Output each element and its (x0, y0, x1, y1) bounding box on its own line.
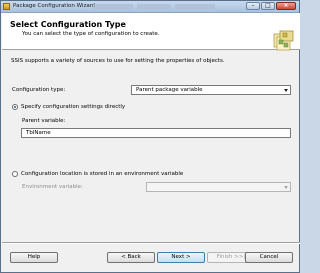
environment-variable-radio[interactable] (12, 171, 18, 177)
help-button[interactable]: Help (10, 252, 58, 263)
configuration-type-select[interactable]: Parent package variable (131, 85, 291, 95)
configuration-type-label: Configuration type: (12, 87, 66, 93)
minimize-button[interactable]: – (246, 2, 260, 10)
page-title: Select Configuration Type (10, 20, 126, 29)
blurred-title-text (93, 4, 133, 9)
parent-variable-value: TblName (26, 130, 51, 136)
chevron-down-icon (284, 186, 288, 189)
wizard-window: Package Configuration Wizard – □ × Selec… (0, 0, 300, 273)
blurred-title-text (175, 4, 215, 9)
environment-variable-option-label[interactable]: Configuration location is stored in an e… (21, 171, 183, 177)
specify-directly-radio[interactable] (12, 104, 18, 110)
cancel-button[interactable]: Cancel (245, 252, 293, 263)
parent-variable-label: Parent variable: (22, 118, 66, 124)
environment-variable-select[interactable] (146, 182, 291, 192)
window-title: Package Configuration Wizard (13, 3, 96, 9)
configuration-type-value: Parent package variable (136, 87, 203, 93)
intro-text: SSIS supports a variety of sources to us… (11, 58, 225, 64)
blurred-title-text (137, 4, 171, 9)
chevron-down-icon (284, 89, 288, 92)
configuration-wizard-logo-icon (273, 30, 294, 51)
close-button[interactable]: × (276, 2, 296, 10)
maximize-button[interactable]: □ (261, 2, 275, 10)
specify-directly-label[interactable]: Specify configuration settings directly (21, 104, 125, 110)
back-button[interactable]: < Back (107, 252, 155, 263)
page-subtitle: You can select the type of configuration… (22, 31, 160, 37)
wizard-header: Select Configuration Type You can select… (2, 13, 300, 51)
parent-variable-input[interactable]: TblName (21, 128, 291, 138)
wizard-app-icon (3, 3, 10, 10)
environment-variable-label: Environment variable: (22, 184, 83, 190)
title-bar[interactable]: Package Configuration Wizard – □ × (1, 1, 299, 13)
next-button[interactable]: Next > (157, 252, 205, 263)
footer-divider (2, 242, 300, 244)
